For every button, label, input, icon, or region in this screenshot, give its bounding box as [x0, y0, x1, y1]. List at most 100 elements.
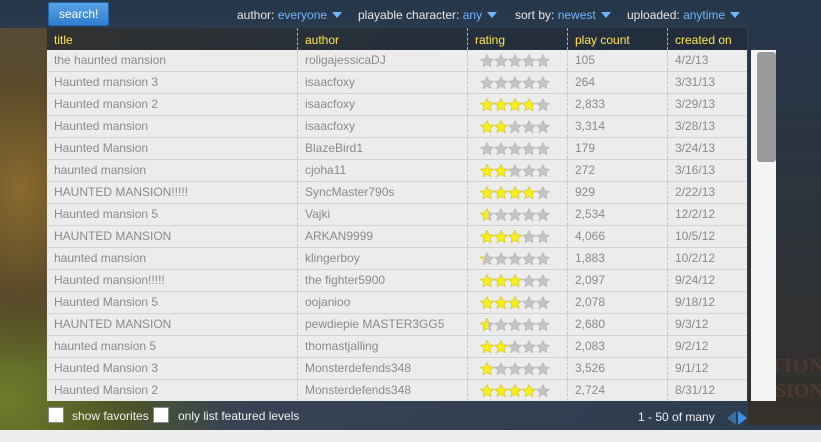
star-icon	[536, 274, 550, 288]
star-rating	[480, 296, 554, 310]
star-icon	[522, 186, 536, 200]
level-author[interactable]: the fighter5900	[297, 270, 467, 291]
table-row[interactable]: haunted mansion 5 thomastjalling 2,083 9/2/…	[47, 336, 747, 358]
character-filter[interactable]: playable character: any	[358, 8, 498, 22]
star-icon	[494, 208, 508, 222]
table-row[interactable]: Haunted Mansion 5 oojanioo 2,078 9/18/12	[47, 292, 747, 314]
level-title[interactable]: Haunted mansion	[47, 116, 297, 137]
level-author[interactable]: SyncMaster790s	[297, 182, 467, 203]
level-title[interactable]: Haunted mansion 3	[47, 72, 297, 93]
play-count: 929	[567, 182, 667, 203]
level-title[interactable]: Haunted Mansion 5	[47, 292, 297, 313]
column-header-created-on[interactable]: created on	[667, 28, 747, 50]
level-author[interactable]: pewdiepie MASTER3GG5	[297, 314, 467, 335]
level-title[interactable]: Haunted mansion!!!!!	[47, 270, 297, 291]
table-header: title author rating play count created o…	[47, 28, 747, 50]
level-author[interactable]: isaacfoxy	[297, 72, 467, 93]
table-row[interactable]: Haunted mansion 5 Vajki 2,534 12/2/12	[47, 204, 747, 226]
table-row[interactable]: HAUNTED MANSION pewdiepie MASTER3GG5 2,680…	[47, 314, 747, 336]
level-title[interactable]: Haunted mansion 2	[47, 94, 297, 115]
table-row[interactable]: Haunted mansion 3 isaacfoxy 264 3/31/13	[47, 72, 747, 94]
created-date: 10/2/12	[667, 248, 747, 269]
table-row[interactable]: Haunted Mansion BlazeBird1 179 3/24/13	[47, 138, 747, 160]
table-row[interactable]: the haunted mansion roligajessicaDJ 105 4/2…	[47, 50, 747, 72]
level-author[interactable]: Monsterdefends348	[297, 358, 467, 379]
rating-cell	[467, 314, 567, 335]
table-row[interactable]: Haunted mansion 2 isaacfoxy 2,833 3/29/13	[47, 94, 747, 116]
character-filter-value[interactable]: any	[463, 8, 482, 22]
level-title[interactable]: HAUNTED MANSION	[47, 226, 297, 247]
star-icon	[536, 120, 550, 134]
level-title[interactable]: Haunted mansion 5	[47, 204, 297, 225]
level-title[interactable]: Haunted Mansion 2	[47, 380, 297, 401]
table-row[interactable]: HAUNTED MANSION ARKAN9999 4,066 10/5/12	[47, 226, 747, 248]
column-header-play-count[interactable]: play count	[567, 28, 667, 50]
sort-filter[interactable]: sort by: newest	[515, 8, 611, 22]
level-author[interactable]: thomastjalling	[297, 336, 467, 357]
sort-filter-value[interactable]: newest	[558, 8, 596, 22]
author-filter-value[interactable]: everyone	[278, 8, 327, 22]
chevron-down-icon[interactable]	[332, 12, 343, 18]
level-title[interactable]: haunted mansion 5	[47, 336, 297, 357]
uploaded-filter[interactable]: uploaded: anytime	[627, 8, 741, 22]
level-author[interactable]: cjoha11	[297, 160, 467, 181]
search-button[interactable]: search!	[48, 2, 110, 26]
star-icon	[522, 274, 536, 288]
level-title[interactable]: HAUNTED MANSION!!!!!	[47, 182, 297, 203]
created-date: 9/3/12	[667, 314, 747, 335]
star-icon	[536, 142, 550, 156]
table-row[interactable]: Haunted mansion!!!!! the fighter5900 2,097…	[47, 270, 747, 292]
table-row[interactable]: Haunted Mansion 3 Monsterdefends348 3,526 9…	[47, 358, 747, 380]
level-title[interactable]: the haunted mansion	[47, 50, 297, 71]
star-icon	[536, 208, 550, 222]
level-author[interactable]: Monsterdefends348	[297, 380, 467, 401]
level-author[interactable]: klingerboy	[297, 248, 467, 269]
level-title[interactable]: Haunted Mansion	[47, 138, 297, 159]
star-icon	[536, 164, 550, 178]
created-date: 3/28/13	[667, 116, 747, 137]
table-row[interactable]: haunted mansion cjoha11 272 3/16/13	[47, 160, 747, 182]
table-row[interactable]: haunted mansion klingerboy 1,883 10/2/12	[47, 248, 747, 270]
show-favorites-checkbox[interactable]	[48, 407, 64, 423]
play-count: 3,526	[567, 358, 667, 379]
created-date: 4/2/13	[667, 50, 747, 71]
level-title[interactable]: haunted mansion	[47, 160, 297, 181]
next-page-icon[interactable]	[738, 411, 747, 425]
level-author[interactable]: isaacfoxy	[297, 116, 467, 137]
level-author[interactable]: BlazeBird1	[297, 138, 467, 159]
level-author[interactable]: Vajki	[297, 204, 467, 225]
table-row[interactable]: HAUNTED MANSION!!!!! SyncMaster790s 929 2/2…	[47, 182, 747, 204]
level-author[interactable]: isaacfoxy	[297, 94, 467, 115]
previous-page-icon[interactable]	[727, 411, 736, 425]
level-author[interactable]: oojanioo	[297, 292, 467, 313]
star-icon	[494, 230, 508, 244]
chevron-down-icon[interactable]	[487, 12, 498, 18]
level-title[interactable]: Haunted Mansion 3	[47, 358, 297, 379]
scrollbar-thumb[interactable]	[757, 52, 776, 162]
chevron-down-icon[interactable]	[600, 12, 611, 18]
uploaded-filter-value[interactable]: anytime	[683, 8, 725, 22]
table-row[interactable]: Haunted Mansion 2 Monsterdefends348 2,724 8…	[47, 380, 747, 401]
star-icon	[522, 296, 536, 310]
level-title[interactable]: haunted mansion	[47, 248, 297, 269]
rating-cell	[467, 292, 567, 313]
level-author[interactable]: roligajessicaDJ	[297, 50, 467, 71]
star-icon	[480, 362, 494, 376]
created-date: 2/22/13	[667, 182, 747, 203]
star-rating	[480, 54, 554, 68]
background-watermark-2: SION	[775, 380, 821, 402]
featured-levels-checkbox[interactable]	[153, 407, 169, 423]
column-header-rating[interactable]: rating	[467, 28, 567, 50]
star-rating	[480, 274, 554, 288]
level-author[interactable]: ARKAN9999	[297, 226, 467, 247]
author-filter[interactable]: author: everyone	[237, 8, 343, 22]
level-title[interactable]: HAUNTED MANSION	[47, 314, 297, 335]
bottom-strip	[0, 430, 821, 442]
column-header-author[interactable]: author	[297, 28, 467, 50]
star-rating	[480, 120, 554, 134]
scrollbar[interactable]	[751, 50, 776, 401]
star-icon	[522, 76, 536, 90]
chevron-down-icon[interactable]	[730, 12, 741, 18]
column-header-title[interactable]: title	[47, 28, 297, 50]
table-row[interactable]: Haunted mansion isaacfoxy 3,314 3/28/13	[47, 116, 747, 138]
